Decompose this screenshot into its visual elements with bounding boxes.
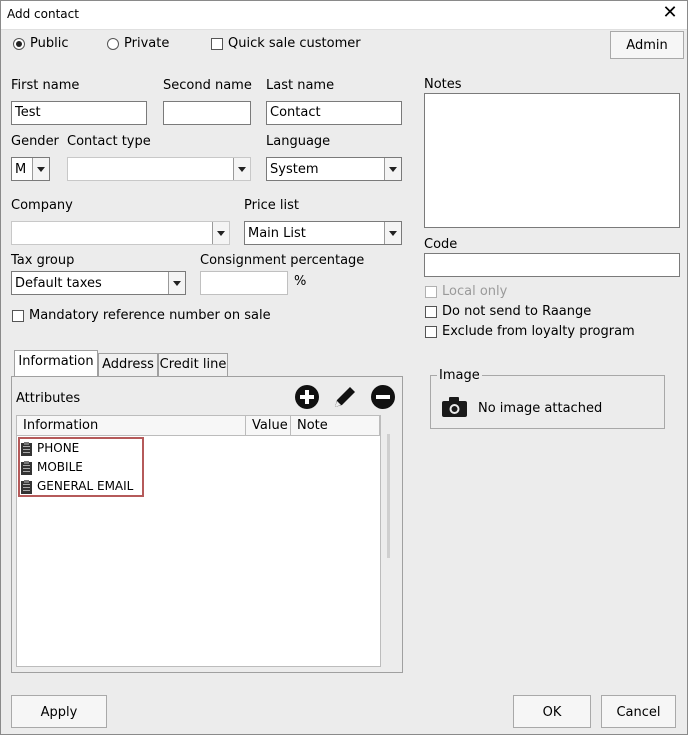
consignment-field[interactable] xyxy=(200,271,288,295)
remove-icon[interactable] xyxy=(370,384,396,410)
gender-dropdown[interactable]: M xyxy=(11,157,50,181)
language-value: System xyxy=(270,162,319,177)
gender-label: Gender xyxy=(11,134,59,149)
consignment-label: Consignment percentage xyxy=(200,253,365,268)
window-title: Add contact xyxy=(7,7,79,21)
exclude-loyalty-label: Exclude from loyalty program xyxy=(442,324,635,339)
add-icon[interactable] xyxy=(294,384,320,410)
local-only-label: Local only xyxy=(442,284,508,299)
price-list-label: Price list xyxy=(244,198,299,213)
public-radio[interactable] xyxy=(13,38,25,50)
column-header-note[interactable]: Note xyxy=(291,416,380,436)
quick-sale-checkbox[interactable] xyxy=(211,38,223,50)
local-only-checkbox[interactable] xyxy=(425,286,437,298)
public-label: Public xyxy=(30,36,69,51)
chevron-down-icon xyxy=(32,158,49,180)
chevron-down-icon xyxy=(212,222,229,244)
first-name-label: First name xyxy=(11,78,80,93)
edit-pencil-icon[interactable] xyxy=(332,384,358,410)
tab-credit-line[interactable]: Credit line xyxy=(158,353,228,376)
notes-field[interactable] xyxy=(424,93,680,228)
chevron-down-icon xyxy=(384,222,401,244)
column-header-information[interactable]: Information xyxy=(17,416,246,436)
company-label: Company xyxy=(11,198,73,213)
highlight-box xyxy=(18,437,144,497)
camera-icon[interactable] xyxy=(441,396,468,422)
quick-sale-label: Quick sale customer xyxy=(228,36,361,51)
cancel-button[interactable]: Cancel xyxy=(601,695,676,728)
second-name-label: Second name xyxy=(163,78,252,93)
company-dropdown[interactable] xyxy=(11,221,230,245)
mandatory-reference-label: Mandatory reference number on sale xyxy=(29,308,271,323)
do-not-send-checkbox[interactable] xyxy=(425,306,437,318)
contact-type-label: Contact type xyxy=(67,134,151,149)
code-label: Code xyxy=(424,237,458,252)
private-radio[interactable] xyxy=(107,38,119,50)
tax-group-label: Tax group xyxy=(11,253,75,268)
language-dropdown[interactable]: System xyxy=(266,157,402,181)
chevron-down-icon xyxy=(168,272,185,294)
tax-group-dropdown[interactable]: Default taxes xyxy=(11,271,186,295)
price-list-value: Main List xyxy=(248,226,306,241)
chevron-down-icon xyxy=(233,158,250,180)
chevron-down-icon xyxy=(384,158,401,180)
mandatory-reference-checkbox[interactable] xyxy=(12,310,24,322)
admin-button[interactable]: Admin xyxy=(610,31,684,59)
exclude-loyalty-checkbox[interactable] xyxy=(425,326,437,338)
second-name-field[interactable] xyxy=(163,101,251,125)
tab-address[interactable]: Address xyxy=(98,353,158,376)
column-header-value[interactable]: Value xyxy=(246,416,291,436)
image-status: No image attached xyxy=(478,401,603,416)
vertical-scrollbar[interactable] xyxy=(387,434,390,558)
title-bar: Add contact ✕ xyxy=(1,1,687,30)
gender-value: M xyxy=(15,162,27,177)
close-icon[interactable]: ✕ xyxy=(661,4,679,22)
private-label: Private xyxy=(124,36,170,51)
code-field[interactable] xyxy=(424,253,680,277)
contact-type-dropdown[interactable] xyxy=(67,157,251,181)
apply-button[interactable]: Apply xyxy=(11,695,107,728)
first-name-field[interactable]: Test xyxy=(11,101,147,125)
last-name-field[interactable]: Contact xyxy=(266,101,402,125)
attributes-label: Attributes xyxy=(16,391,81,406)
add-contact-dialog: Add contact ✕ Public Private Quick sale … xyxy=(0,0,688,735)
price-list-dropdown[interactable]: Main List xyxy=(244,221,402,245)
language-label: Language xyxy=(266,134,331,149)
image-group-label: Image xyxy=(437,368,482,383)
tab-information[interactable]: Information xyxy=(14,350,98,377)
ok-button[interactable]: OK xyxy=(513,695,591,728)
last-name-label: Last name xyxy=(266,78,335,93)
notes-label: Notes xyxy=(424,77,462,92)
percent-unit: % xyxy=(294,274,307,289)
do-not-send-label: Do not send to Raange xyxy=(442,304,592,319)
tax-group-value: Default taxes xyxy=(15,276,102,291)
